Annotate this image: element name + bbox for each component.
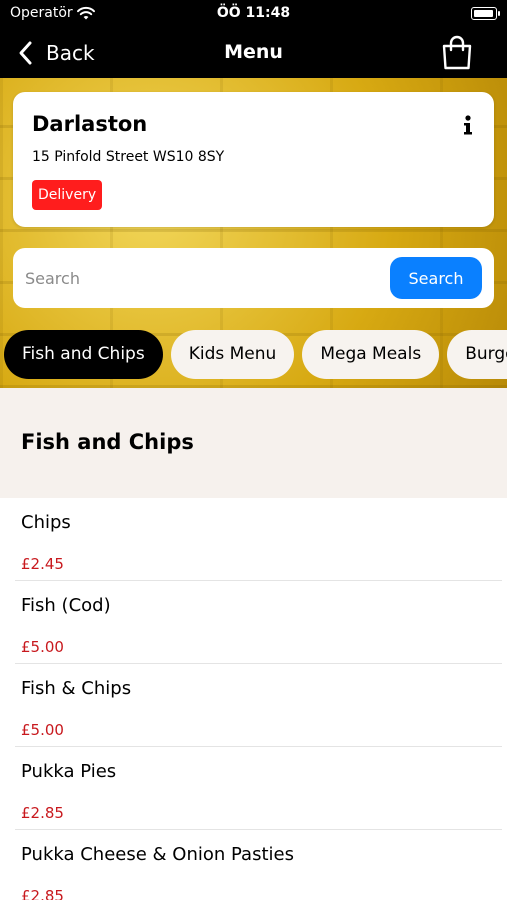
cart-button[interactable] <box>441 35 473 71</box>
item-price: £2.45 <box>21 555 64 573</box>
tab-kids-menu[interactable]: Kids Menu <box>170 330 295 379</box>
store-card: Darlaston 15 Pinfold Street WS10 8SY Del… <box>13 92 494 227</box>
item-price: £2.85 <box>21 804 64 822</box>
search-button[interactable]: Search <box>390 257 482 299</box>
tab-fish-and-chips[interactable]: Fish and Chips <box>4 330 163 379</box>
menu-list: Chips £2.45 Fish (Cod) £5.00 Fish & Chip… <box>0 498 507 900</box>
search-bar: Search <box>13 248 494 308</box>
status-bar: Operatör ÖÖ 11:48 <box>0 0 507 28</box>
item-price: £5.00 <box>21 721 64 739</box>
status-time: ÖÖ 11:48 <box>216 5 291 21</box>
tab-burgers[interactable]: Burgers <box>447 330 507 379</box>
info-icon[interactable] <box>460 114 476 136</box>
menu-item-pukka-pies[interactable]: Pukka Pies £2.85 <box>0 747 507 830</box>
tab-mega-meals[interactable]: Mega Meals <box>302 330 440 379</box>
navigation-bar: Back Menu <box>0 28 507 78</box>
item-price: £5.00 <box>21 638 64 656</box>
category-tabs: Fish and Chips Kids Menu Mega Meals Burg… <box>0 330 507 380</box>
item-price: £2.85 <box>21 887 64 900</box>
item-name: Fish (Cod) <box>21 595 111 616</box>
store-name: Darlaston <box>32 112 148 136</box>
battery-icon <box>471 7 500 20</box>
menu-item-fish-and-chips[interactable]: Fish & Chips £5.00 <box>0 664 507 747</box>
search-input[interactable] <box>25 262 385 294</box>
page-title: Menu <box>224 41 283 63</box>
item-name: Pukka Cheese & Onion Pasties <box>21 844 294 865</box>
item-name: Fish & Chips <box>21 678 132 699</box>
section-title: Fish and Chips <box>21 430 194 454</box>
store-address: 15 Pinfold Street WS10 8SY <box>32 149 225 165</box>
item-name: Chips <box>21 512 71 533</box>
shopping-bag-icon <box>442 35 472 70</box>
item-name: Pukka Pies <box>21 761 117 782</box>
section-header: Fish and Chips <box>0 388 507 498</box>
menu-item-chips[interactable]: Chips £2.45 <box>0 498 507 581</box>
menu-item-fish-cod[interactable]: Fish (Cod) £5.00 <box>0 581 507 664</box>
delivery-badge: Delivery <box>32 180 103 210</box>
menu-item-pukka-cheese-onion-pasties[interactable]: Pukka Cheese & Onion Pasties £2.85 <box>0 830 507 900</box>
